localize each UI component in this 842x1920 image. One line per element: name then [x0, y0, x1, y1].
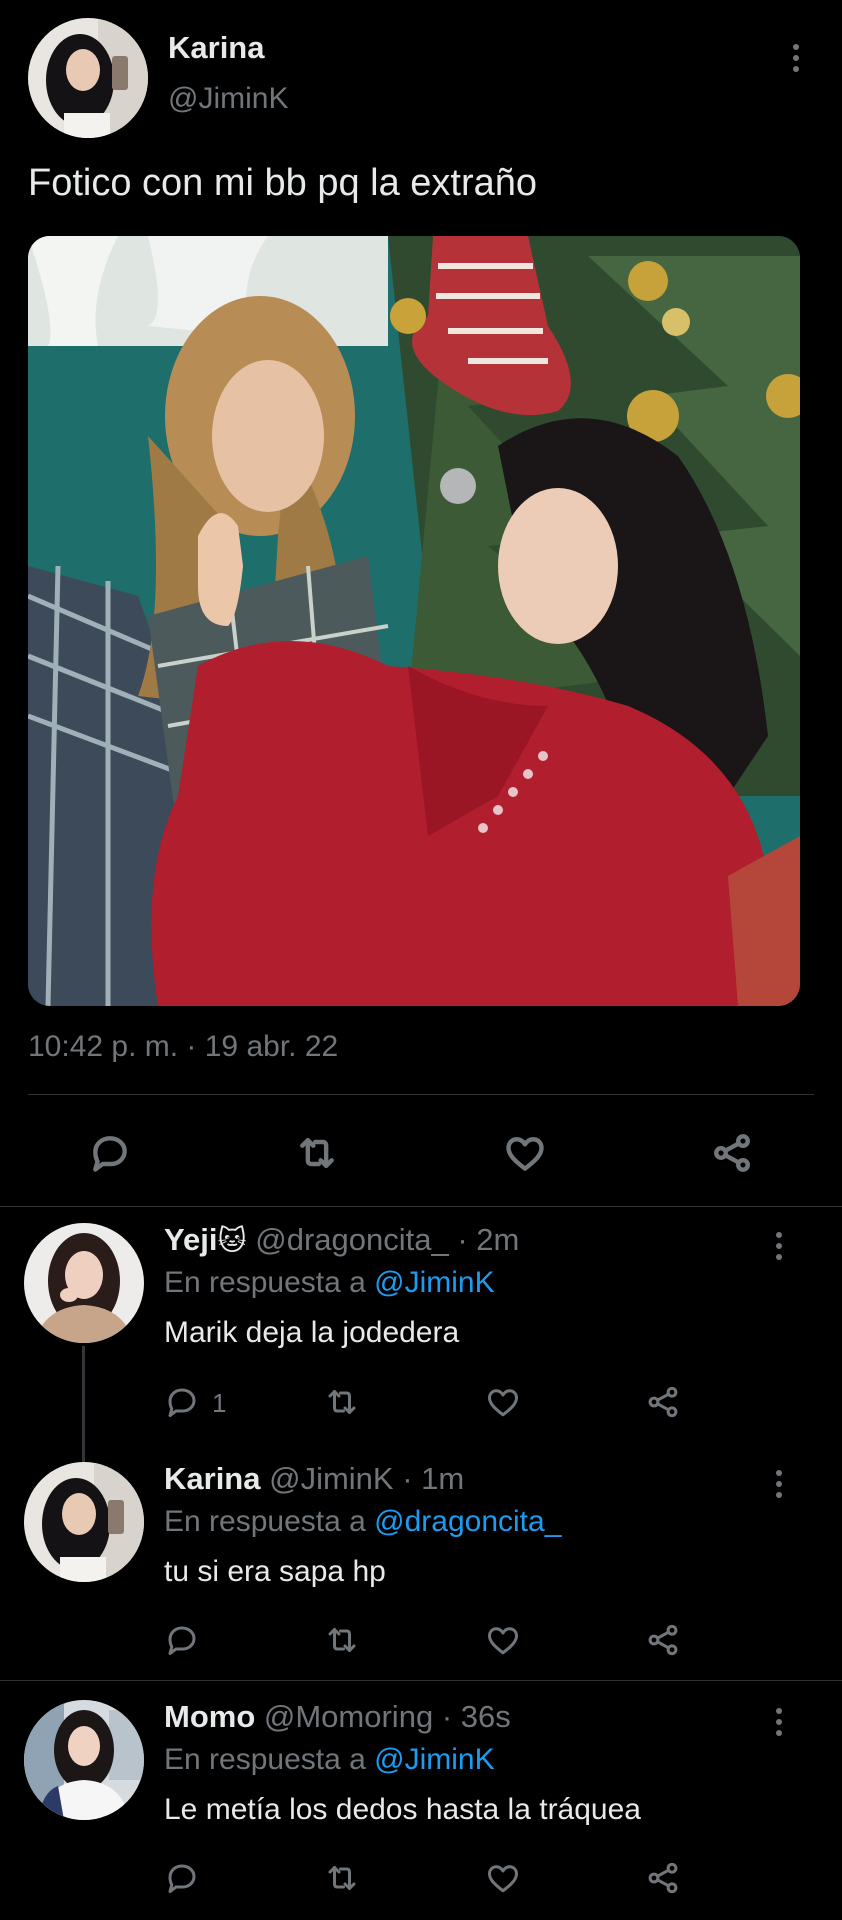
more-icon[interactable]: [774, 1232, 784, 1265]
reply-text: Le metía los dedos hasta la tráquea: [164, 1793, 641, 1826]
reply-context: En respuesta a @JiminK: [164, 1743, 495, 1777]
reply-icon[interactable]: [88, 1131, 132, 1175]
reply-count[interactable]: 1: [212, 1388, 226, 1419]
reply-text: Marik deja la jodedera: [164, 1316, 460, 1349]
reply-to-link[interactable]: @dragoncita_: [374, 1505, 561, 1538]
reply-time[interactable]: · 2m: [457, 1222, 519, 1257]
thread-line: [82, 1346, 85, 1464]
reply-icon[interactable]: [164, 1384, 200, 1420]
reply-to-link[interactable]: @JiminK: [374, 1743, 494, 1776]
main-author-avatar[interactable]: [28, 18, 148, 138]
reply-header: Momo @Momoring · 36s: [164, 1699, 511, 1735]
reply-avatar[interactable]: [24, 1700, 144, 1820]
reply-time[interactable]: · 1m: [402, 1461, 464, 1496]
divider: [0, 1680, 842, 1681]
like-icon[interactable]: [485, 1384, 521, 1420]
divider: [0, 1206, 842, 1207]
reply-avatar[interactable]: [24, 1223, 144, 1343]
divider: [28, 1094, 814, 1095]
reply-author-name[interactable]: Karina: [164, 1461, 260, 1496]
reply-author-handle[interactable]: @JiminK: [269, 1461, 393, 1496]
tweet-photo[interactable]: [28, 236, 800, 1006]
share-icon[interactable]: [645, 1384, 681, 1420]
reply-prefix: En respuesta a: [164, 1266, 366, 1299]
reply-author-name[interactable]: Momo: [164, 1699, 255, 1734]
reply-prefix: En respuesta a: [164, 1505, 366, 1538]
more-icon[interactable]: [791, 44, 801, 77]
reply-context: En respuesta a @JiminK: [164, 1266, 495, 1300]
reply-to-link[interactable]: @JiminK: [374, 1266, 494, 1299]
reply-icon[interactable]: [164, 1622, 200, 1658]
tweet-timestamp[interactable]: 10:42 p. m. · 19 abr. 22: [28, 1030, 338, 1064]
like-icon[interactable]: [485, 1860, 521, 1896]
share-icon[interactable]: [710, 1131, 754, 1175]
reply-author-handle[interactable]: @Momoring: [264, 1699, 433, 1734]
reply-prefix: En respuesta a: [164, 1743, 366, 1776]
reply-avatar[interactable]: [24, 1462, 144, 1582]
more-icon[interactable]: [774, 1708, 784, 1741]
cat-emoji: 🐱: [217, 1225, 247, 1256]
reply-text: tu si era sapa hp: [164, 1555, 386, 1588]
reply-header: Yeji🐱 @dragoncita_ · 2m: [164, 1222, 519, 1258]
more-icon[interactable]: [774, 1470, 784, 1503]
retweet-icon[interactable]: [295, 1131, 339, 1175]
share-icon[interactable]: [645, 1622, 681, 1658]
reply-header: Karina @JiminK · 1m: [164, 1461, 464, 1497]
reply-context: En respuesta a @dragoncita_: [164, 1505, 561, 1539]
main-tweet-text: Fotico con mi bb pq la extraño: [28, 162, 538, 204]
reply-time[interactable]: · 36s: [442, 1699, 511, 1734]
like-icon[interactable]: [485, 1622, 521, 1658]
retweet-icon[interactable]: [324, 1860, 360, 1896]
reply-author-handle[interactable]: @dragoncita_: [255, 1222, 448, 1257]
reply-author-name[interactable]: Yeji: [164, 1222, 217, 1257]
reply-icon[interactable]: [164, 1860, 200, 1896]
main-author-name[interactable]: Karina: [168, 30, 264, 66]
retweet-icon[interactable]: [324, 1384, 360, 1420]
like-icon[interactable]: [503, 1131, 547, 1175]
main-author-handle[interactable]: @JiminK: [168, 82, 288, 116]
retweet-icon[interactable]: [324, 1622, 360, 1658]
share-icon[interactable]: [645, 1860, 681, 1896]
